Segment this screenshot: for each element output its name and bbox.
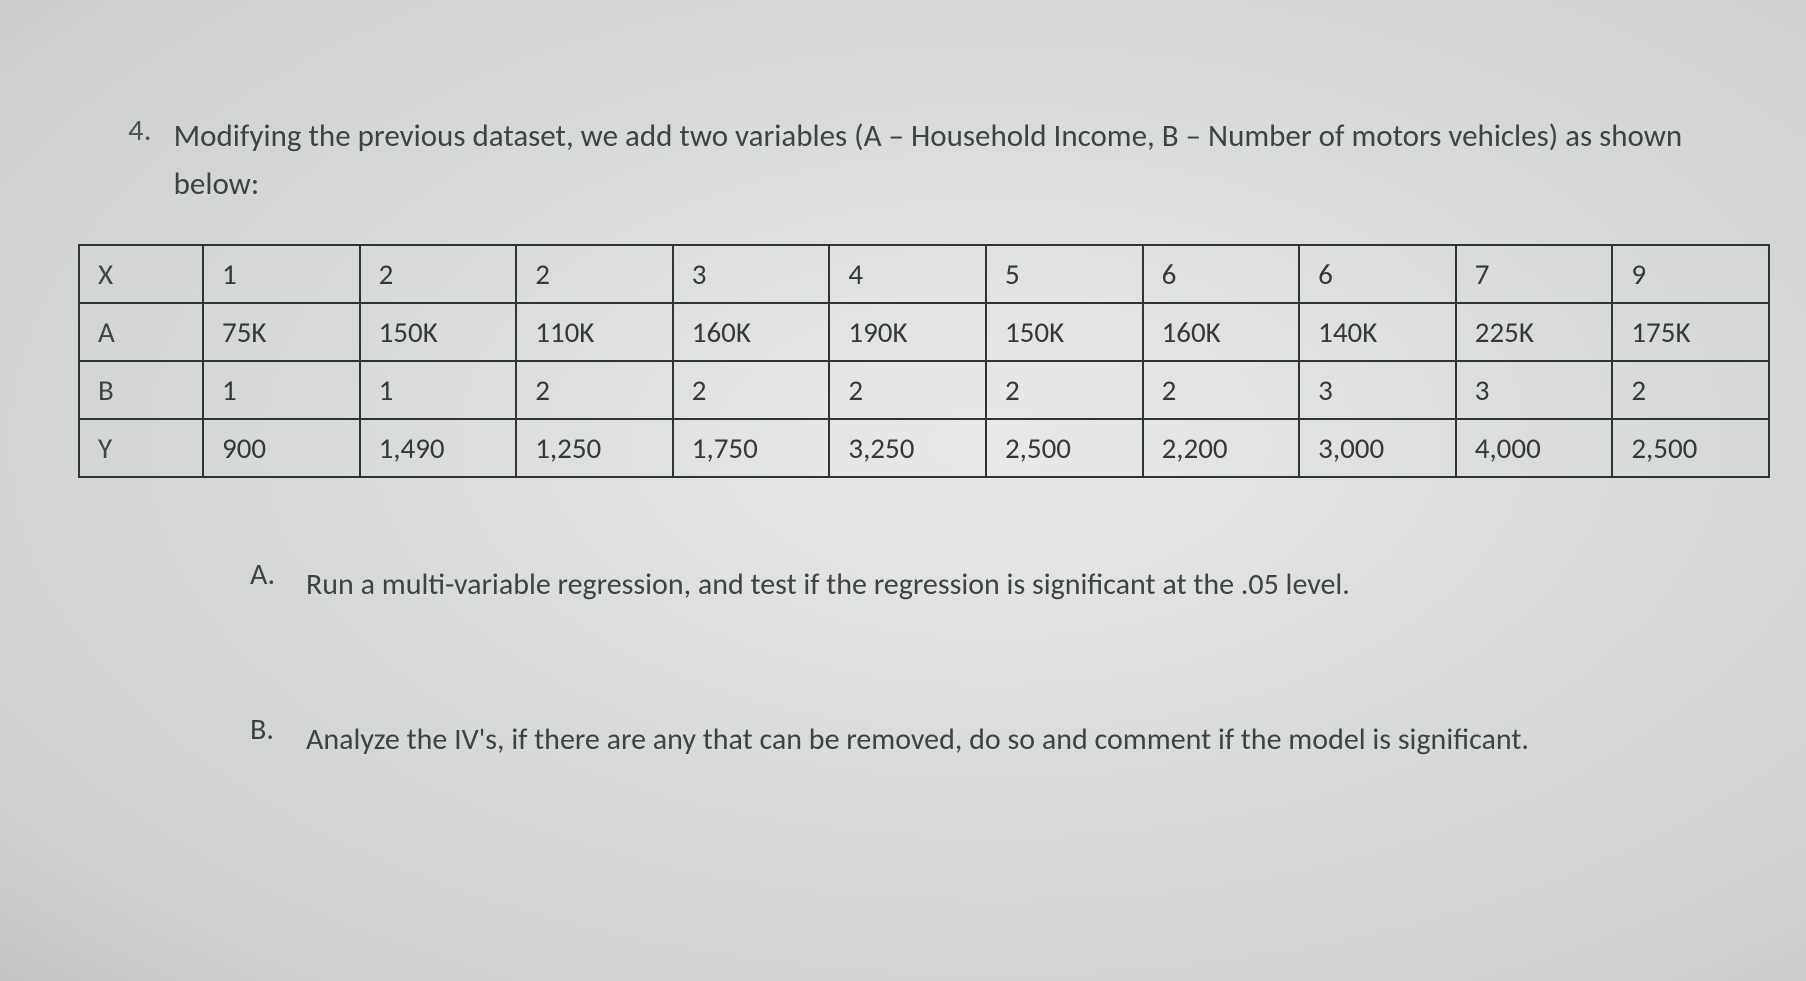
cell: 3 (1299, 361, 1456, 419)
cell: 2,500 (986, 419, 1143, 477)
cell: 160K (1143, 303, 1300, 361)
cell: 75K (203, 303, 360, 361)
table-row: Y 900 1,490 1,250 1,750 3,250 2,500 2,20… (79, 419, 1769, 477)
cell: 110K (516, 303, 673, 361)
cell: 140K (1299, 303, 1456, 361)
cell: 4 (829, 245, 986, 303)
cell: 225K (1456, 303, 1613, 361)
cell: 2 (1143, 361, 1300, 419)
row-label: A (79, 303, 203, 361)
sub-question-b: B. Analyze the IV's, if there are any th… (250, 711, 1710, 768)
cell: 3,000 (1299, 419, 1456, 477)
cell: 1,490 (360, 419, 517, 477)
cell: 3 (1456, 361, 1613, 419)
row-label: B (79, 361, 203, 419)
cell: 160K (673, 303, 830, 361)
cell: 2 (829, 361, 986, 419)
cell: 5 (986, 245, 1143, 303)
cell: 1,250 (516, 419, 673, 477)
cell: 900 (203, 419, 360, 477)
table-row: X 1 2 2 3 4 5 6 6 7 9 (79, 245, 1769, 303)
cell: 2 (516, 361, 673, 419)
sub-questions: A. Run a multi-variable regression, and … (250, 556, 1710, 768)
cell: 4,000 (1456, 419, 1613, 477)
cell: 190K (829, 303, 986, 361)
cell: 3,250 (829, 419, 986, 477)
row-label: X (79, 245, 203, 303)
cell: 2,500 (1612, 419, 1769, 477)
cell: 2,200 (1143, 419, 1300, 477)
cell: 6 (1299, 245, 1456, 303)
cell: 7 (1456, 245, 1613, 303)
cell: 150K (360, 303, 517, 361)
table-row: B 1 1 2 2 2 2 2 3 3 2 (79, 361, 1769, 419)
cell: 3 (673, 245, 830, 303)
data-table: X 1 2 2 3 4 5 6 6 7 9 A 75K 150K 110K 16… (78, 244, 1770, 478)
cell: 1 (203, 361, 360, 419)
cell: 2 (1612, 361, 1769, 419)
cell: 9 (1612, 245, 1769, 303)
table-row: A 75K 150K 110K 160K 190K 150K 160K 140K… (79, 303, 1769, 361)
cell: 2 (360, 245, 517, 303)
cell: 175K (1612, 303, 1769, 361)
sub-question-a: A. Run a multi-variable regression, and … (250, 556, 1710, 613)
cell: 6 (1143, 245, 1300, 303)
row-label: Y (79, 419, 203, 477)
cell: 2 (673, 361, 830, 419)
cell: 1 (360, 361, 517, 419)
sub-letter: A. (250, 556, 306, 593)
cell: 150K (986, 303, 1143, 361)
sub-letter: B. (250, 711, 306, 748)
question-intro: Modifying the previous dataset, we add t… (174, 112, 1704, 208)
sub-text: Run a multi-variable regression, and tes… (306, 556, 1710, 613)
cell: 2 (986, 361, 1143, 419)
question-number: 4. (40, 112, 170, 149)
sub-text: Analyze the IV's, if there are any that … (306, 711, 1710, 768)
cell: 1,750 (673, 419, 830, 477)
cell: 1 (203, 245, 360, 303)
cell: 2 (516, 245, 673, 303)
